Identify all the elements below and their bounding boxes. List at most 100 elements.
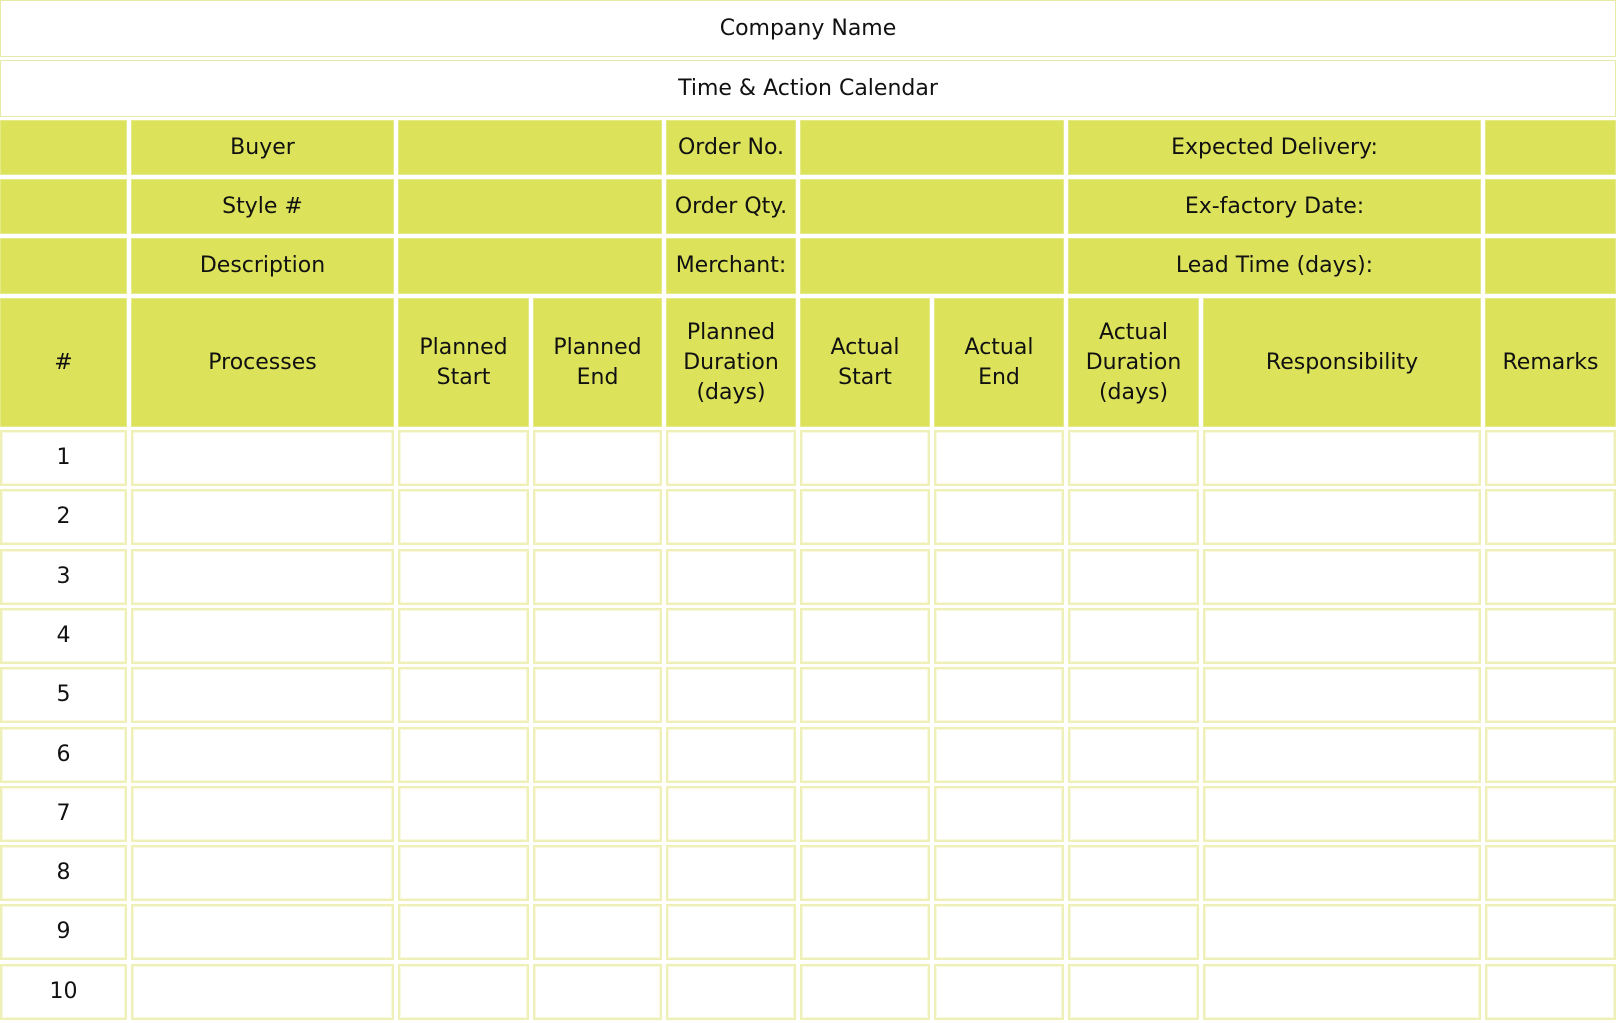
- planned-start-cell[interactable]: [398, 845, 529, 901]
- responsibility-cell[interactable]: [1203, 786, 1481, 842]
- actual-end-cell[interactable]: [934, 845, 1064, 901]
- remarks-cell[interactable]: [1485, 549, 1616, 605]
- buyer-input[interactable]: [398, 120, 662, 175]
- responsibility-cell[interactable]: [1203, 608, 1481, 664]
- planned-start-cell[interactable]: [398, 904, 529, 960]
- planned-start-cell[interactable]: [398, 727, 529, 783]
- remarks-cell[interactable]: [1485, 786, 1616, 842]
- actual-duration-cell[interactable]: [1068, 727, 1199, 783]
- actual-duration-cell[interactable]: [1068, 549, 1199, 605]
- planned-start-cell[interactable]: [398, 489, 529, 545]
- planned-duration-cell[interactable]: [666, 964, 796, 1020]
- planned-duration-cell[interactable]: [666, 904, 796, 960]
- processes-cell[interactable]: [131, 727, 394, 783]
- planned-end-cell[interactable]: [533, 430, 662, 486]
- company-name-cell[interactable]: Company Name: [0, 0, 1616, 57]
- planned-end-cell[interactable]: [533, 727, 662, 783]
- processes-cell[interactable]: [131, 430, 394, 486]
- remarks-cell[interactable]: [1485, 964, 1616, 1020]
- actual-end-cell[interactable]: [934, 964, 1064, 1020]
- actual-duration-cell[interactable]: [1068, 845, 1199, 901]
- planned-start-cell[interactable]: [398, 430, 529, 486]
- processes-cell[interactable]: [131, 667, 394, 723]
- actual-end-cell[interactable]: [934, 549, 1064, 605]
- document-title-cell[interactable]: Time & Action Calendar: [0, 60, 1616, 117]
- processes-cell[interactable]: [131, 904, 394, 960]
- actual-duration-cell[interactable]: [1068, 430, 1199, 486]
- description-input[interactable]: [398, 238, 662, 294]
- planned-end-cell[interactable]: [533, 786, 662, 842]
- actual-end-cell[interactable]: [934, 667, 1064, 723]
- processes-cell[interactable]: [131, 786, 394, 842]
- merchant-input[interactable]: [800, 238, 1064, 294]
- planned-duration-cell[interactable]: [666, 430, 796, 486]
- remarks-cell[interactable]: [1485, 489, 1616, 545]
- planned-end-cell[interactable]: [533, 667, 662, 723]
- actual-end-cell[interactable]: [934, 904, 1064, 960]
- processes-cell[interactable]: [131, 549, 394, 605]
- remarks-cell[interactable]: [1485, 845, 1616, 901]
- planned-duration-cell[interactable]: [666, 845, 796, 901]
- planned-end-cell[interactable]: [533, 845, 662, 901]
- responsibility-cell[interactable]: [1203, 430, 1481, 486]
- processes-cell[interactable]: [131, 608, 394, 664]
- order-qty-input[interactable]: [800, 179, 1064, 234]
- actual-start-cell[interactable]: [800, 727, 930, 783]
- actual-end-cell[interactable]: [934, 489, 1064, 545]
- responsibility-cell[interactable]: [1203, 549, 1481, 605]
- actual-start-cell[interactable]: [800, 845, 930, 901]
- planned-duration-cell[interactable]: [666, 608, 796, 664]
- actual-duration-cell[interactable]: [1068, 667, 1199, 723]
- planned-start-cell[interactable]: [398, 667, 529, 723]
- planned-duration-cell[interactable]: [666, 667, 796, 723]
- planned-end-cell[interactable]: [533, 549, 662, 605]
- ex-factory-date-input[interactable]: [1485, 179, 1616, 234]
- processes-cell[interactable]: [131, 964, 394, 1020]
- planned-duration-cell[interactable]: [666, 489, 796, 545]
- planned-start-cell[interactable]: [398, 786, 529, 842]
- responsibility-cell[interactable]: [1203, 904, 1481, 960]
- actual-start-cell[interactable]: [800, 489, 930, 545]
- actual-start-cell[interactable]: [800, 608, 930, 664]
- actual-start-cell[interactable]: [800, 549, 930, 605]
- planned-start-cell[interactable]: [398, 608, 529, 664]
- processes-cell[interactable]: [131, 845, 394, 901]
- responsibility-cell[interactable]: [1203, 667, 1481, 723]
- planned-duration-cell[interactable]: [666, 549, 796, 605]
- planned-start-cell[interactable]: [398, 964, 529, 1020]
- responsibility-cell[interactable]: [1203, 727, 1481, 783]
- planned-end-cell[interactable]: [533, 964, 662, 1020]
- planned-start-cell[interactable]: [398, 549, 529, 605]
- responsibility-cell[interactable]: [1203, 964, 1481, 1020]
- responsibility-cell[interactable]: [1203, 489, 1481, 545]
- actual-start-cell[interactable]: [800, 786, 930, 842]
- actual-duration-cell[interactable]: [1068, 786, 1199, 842]
- lead-time-input[interactable]: [1485, 238, 1616, 294]
- responsibility-cell[interactable]: [1203, 845, 1481, 901]
- planned-duration-cell[interactable]: [666, 727, 796, 783]
- planned-end-cell[interactable]: [533, 904, 662, 960]
- order-no-input[interactable]: [800, 120, 1064, 175]
- actual-end-cell[interactable]: [934, 727, 1064, 783]
- remarks-cell[interactable]: [1485, 667, 1616, 723]
- style-input[interactable]: [398, 179, 662, 234]
- actual-start-cell[interactable]: [800, 667, 930, 723]
- actual-end-cell[interactable]: [934, 430, 1064, 486]
- planned-end-cell[interactable]: [533, 608, 662, 664]
- actual-start-cell[interactable]: [800, 904, 930, 960]
- actual-duration-cell[interactable]: [1068, 964, 1199, 1020]
- remarks-cell[interactable]: [1485, 608, 1616, 664]
- remarks-cell[interactable]: [1485, 727, 1616, 783]
- processes-cell[interactable]: [131, 489, 394, 545]
- actual-duration-cell[interactable]: [1068, 489, 1199, 545]
- actual-start-cell[interactable]: [800, 964, 930, 1020]
- planned-end-cell[interactable]: [533, 489, 662, 545]
- planned-duration-cell[interactable]: [666, 786, 796, 842]
- actual-duration-cell[interactable]: [1068, 904, 1199, 960]
- actual-start-cell[interactable]: [800, 430, 930, 486]
- remarks-cell[interactable]: [1485, 904, 1616, 960]
- actual-duration-cell[interactable]: [1068, 608, 1199, 664]
- expected-delivery-input[interactable]: [1485, 120, 1616, 175]
- actual-end-cell[interactable]: [934, 786, 1064, 842]
- actual-end-cell[interactable]: [934, 608, 1064, 664]
